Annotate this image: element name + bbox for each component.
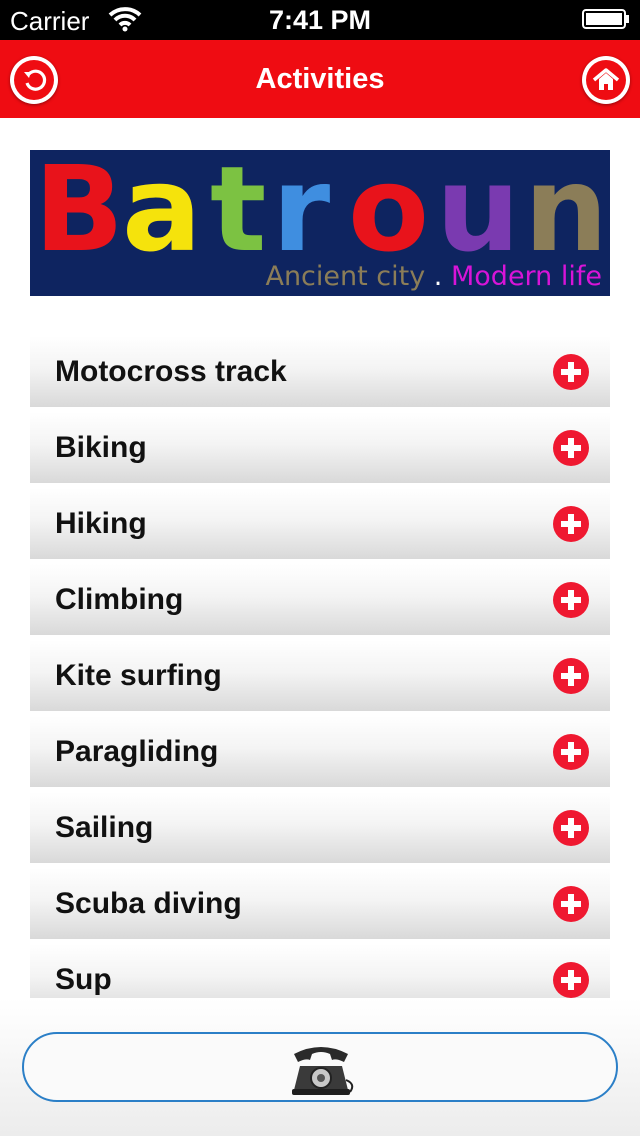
call-button[interactable] [22,1032,618,1102]
batroun-logo-banner: B a t r o u n Ancient city . Modern life [30,150,610,296]
list-item-biking[interactable]: Biking [30,412,610,483]
list-item-scuba-diving[interactable]: Scuba diving [30,868,610,939]
list-item-label: Paragliding [55,735,219,768]
plus-circle-icon[interactable] [552,429,590,467]
list-item-label: Hiking [55,507,147,540]
logo-letter: n [524,150,608,278]
list-item-label: Climbing [55,583,184,616]
home-button[interactable] [582,56,630,104]
list-item-label: Sup [55,963,112,996]
plus-circle-icon[interactable] [552,733,590,771]
logo-letter: u [436,150,520,278]
list-item-motocross-track[interactable]: Motocross track [30,336,610,407]
logo-letter: o [348,150,429,278]
plus-circle-icon[interactable] [552,505,590,543]
list-item-sup[interactable]: Sup [30,944,610,998]
activities-list: Motocross track Biking Hiking Climbing K… [30,336,610,998]
list-item-label: Scuba diving [55,887,242,920]
list-item-label: Biking [55,431,147,464]
plus-circle-icon[interactable] [552,657,590,695]
list-item-kite-surfing[interactable]: Kite surfing [30,640,610,711]
plus-circle-icon[interactable] [552,581,590,619]
nav-bar: Activities [0,40,640,118]
list-item-label: Sailing [55,811,154,844]
banner-tagline: Ancient city . Modern life [265,261,602,292]
list-item-paragliding[interactable]: Paragliding [30,716,610,787]
footer [0,998,640,1136]
plus-circle-icon[interactable] [552,353,590,391]
list-item-sailing[interactable]: Sailing [30,792,610,863]
tagline-separator: . [433,261,443,292]
logo-letter: B [34,150,124,278]
list-item-climbing[interactable]: Climbing [30,564,610,635]
battery-icon [582,9,629,29]
logo-letter: t [210,150,266,278]
plus-circle-icon[interactable] [552,809,590,847]
logo-letter: a [122,150,202,278]
tagline-ancient: Ancient city [265,261,426,292]
list-item-label: Motocross track [55,355,287,388]
plus-circle-icon[interactable] [552,961,590,998]
home-icon [592,68,620,90]
logo-letter: r [272,150,330,278]
list-item-label: Kite surfing [55,659,222,692]
telephone-icon [292,1047,354,1095]
tagline-modern: Modern life [450,261,602,292]
status-bar: Carrier 7:41 PM [0,0,640,40]
status-time: 7:41 PM [268,5,372,35]
plus-circle-icon[interactable] [552,885,590,923]
list-item-hiking[interactable]: Hiking [30,488,610,559]
page-title: Activities [255,63,385,95]
